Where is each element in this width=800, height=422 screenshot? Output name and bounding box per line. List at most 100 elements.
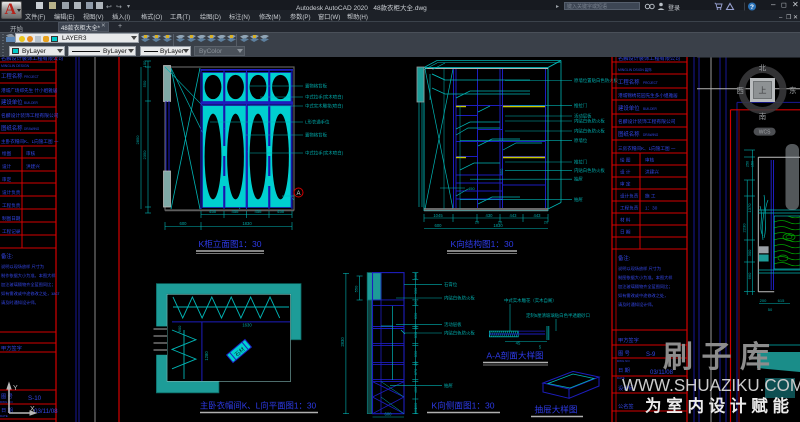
svg-text:工程名称: 工程名称 bbox=[618, 78, 640, 86]
svg-text:中式实木雕花(喷白): 中式实木雕花(喷白) bbox=[305, 103, 344, 110]
svg-text:1280: 1280 bbox=[204, 351, 209, 361]
svg-text:绘图: 绘图 bbox=[2, 150, 12, 157]
svg-text:1370: 1370 bbox=[747, 203, 752, 213]
svg-text:A-A剖面大样图: A-A剖面大样图 bbox=[486, 350, 543, 361]
svg-text:公名签: 公名签 bbox=[618, 402, 634, 410]
svg-text:审 定: 审 定 bbox=[620, 181, 631, 188]
svg-text:内贴白色防火板: 内贴白色防火板 bbox=[574, 128, 605, 135]
svg-text:内贴白色防火板: 内贴白色防火板 bbox=[574, 118, 605, 125]
svg-text:DRAWING: DRAWING bbox=[24, 127, 40, 131]
svg-text:施 工: 施 工 bbox=[645, 193, 656, 200]
svg-text:PROJECT: PROJECT bbox=[643, 81, 658, 85]
svg-text:660: 660 bbox=[747, 272, 752, 279]
svg-text:设计: 设计 bbox=[2, 163, 12, 170]
svg-text:370: 370 bbox=[413, 368, 418, 375]
svg-text:建设单位: 建设单位 bbox=[618, 104, 640, 112]
svg-text:600: 600 bbox=[180, 221, 188, 226]
svg-text:图 号: 图 号 bbox=[1, 393, 13, 400]
svg-text:中式拉手(实木喷白): 中式拉手(实木喷白) bbox=[305, 94, 344, 101]
svg-text:DWG NO: DWG NO bbox=[0, 400, 13, 404]
svg-text:请及时通知设计师。: 请及时通知设计师。 bbox=[1, 299, 39, 306]
svg-text:如有需改或中途修改之处，заст: 如有需改或中途修改之处，заст bbox=[1, 290, 60, 297]
svg-text:458: 458 bbox=[232, 209, 240, 214]
svg-text:推拉门: 推拉门 bbox=[574, 102, 587, 109]
svg-text:设 计: 设 计 bbox=[620, 169, 631, 176]
svg-text:615: 615 bbox=[778, 298, 785, 303]
svg-text:2830: 2830 bbox=[340, 337, 345, 347]
svg-text:WWW.SHUAZIKU.COM: WWW.SHUAZIKU.COM bbox=[622, 375, 800, 395]
svg-text:名麟设计装饰工程有限公司: 名麟设计装饰工程有限公司 bbox=[618, 118, 676, 125]
svg-text:工程负责: 工程负责 bbox=[620, 205, 639, 212]
svg-text:定制5厘清玻璃贴白色半透磨砂口: 定制5厘清玻璃贴白色半透磨砂口 bbox=[526, 312, 590, 319]
svg-text:PROJECT: PROJECT bbox=[24, 75, 39, 79]
svg-text:主卧衣帽间K、L向平面图1：30: 主卧衣帽间K、L向平面图1：30 bbox=[200, 401, 317, 411]
svg-text:?: ? bbox=[750, 4, 754, 11]
svg-text:550: 550 bbox=[354, 285, 359, 292]
svg-text:350: 350 bbox=[413, 350, 418, 357]
svg-text:请及时通知设计师。: 请及时通知设计师。 bbox=[618, 301, 656, 308]
svg-text:说明以现场放样 尺寸为: 说明以现场放样 尺寸为 bbox=[618, 265, 661, 272]
svg-text:2230: 2230 bbox=[742, 223, 747, 233]
svg-text:上: 上 bbox=[759, 86, 767, 95]
svg-text:50: 50 bbox=[768, 307, 773, 312]
svg-text:A: A bbox=[296, 191, 300, 197]
svg-text:300: 300 bbox=[747, 249, 752, 256]
svg-text:430: 430 bbox=[486, 213, 494, 218]
svg-text:石膏位: 石膏位 bbox=[444, 281, 458, 288]
svg-text:制图日期: 制图日期 bbox=[2, 215, 21, 222]
svg-text:审核: 审核 bbox=[26, 150, 36, 157]
svg-text:100: 100 bbox=[142, 60, 147, 67]
svg-text:100: 100 bbox=[413, 272, 418, 279]
svg-text:K向侧面图1：30: K向侧面图1：30 bbox=[431, 400, 494, 411]
svg-text:1830: 1830 bbox=[493, 223, 503, 228]
svg-text:抽屉: 抽屉 bbox=[444, 382, 453, 389]
svg-text:抽屉: 抽屉 bbox=[574, 176, 583, 183]
svg-text:南: 南 bbox=[759, 111, 767, 121]
svg-text:550: 550 bbox=[142, 80, 147, 87]
svg-text:推拉门: 推拉门 bbox=[574, 159, 587, 166]
svg-text:600: 600 bbox=[435, 223, 443, 228]
svg-text:2850: 2850 bbox=[135, 135, 140, 145]
svg-text:原墙位: 原墙位 bbox=[574, 137, 588, 144]
svg-text:港城锦绣花园先生多小姐雅居: 港城锦绣花园先生多小姐雅居 bbox=[618, 92, 678, 99]
svg-text:350: 350 bbox=[413, 312, 418, 319]
svg-text:中式实木雕花（实木自阁）: 中式实木雕花（实木自阁） bbox=[504, 297, 557, 304]
svg-text:443: 443 bbox=[510, 213, 518, 218]
svg-text:甲方签字: 甲方签字 bbox=[1, 344, 22, 352]
svg-text:绘 图: 绘 图 bbox=[620, 157, 631, 164]
svg-text:西: 西 bbox=[737, 86, 745, 95]
svg-text:抽屉大样图: 抽屉大样图 bbox=[535, 404, 578, 415]
svg-text:设计负责: 设计负责 bbox=[620, 193, 639, 200]
svg-text:MINGLIN DESIGN: MINGLIN DESIGN bbox=[1, 64, 30, 68]
svg-text:03/11/08: 03/11/08 bbox=[34, 408, 58, 415]
svg-text:400: 400 bbox=[413, 386, 418, 393]
svg-text:加注玻璃隔物齐全蓝图同比；: 加注玻璃隔物齐全蓝图同比； bbox=[1, 281, 55, 288]
svg-text:审核: 审核 bbox=[645, 157, 655, 164]
svg-text:工程名称: 工程名称 bbox=[1, 72, 23, 80]
svg-text:备注:: 备注: bbox=[1, 252, 13, 260]
svg-text:洪建兴: 洪建兴 bbox=[645, 169, 659, 176]
svg-text:图 号: 图 号 bbox=[618, 350, 630, 357]
svg-text:东: 东 bbox=[789, 85, 797, 95]
svg-text:工程记录: 工程记录 bbox=[2, 228, 21, 235]
svg-text:内贴白色防火板: 内贴白色防火板 bbox=[444, 295, 475, 302]
svg-text:名麟设计装饰工程有限公司: 名麟设计装饰工程有限公司 bbox=[618, 57, 680, 62]
svg-text:洪建兴: 洪建兴 bbox=[26, 163, 40, 170]
svg-text:建设单位: 建设单位 bbox=[1, 98, 23, 106]
svg-text:制图依据大小为准。本图大样: 制图依据大小为准。本图大样 bbox=[618, 274, 672, 281]
svg-text:如有需改或中途修改之处，: 如有需改或中途修改之处， bbox=[618, 292, 668, 299]
svg-text:置物格背板: 置物格背板 bbox=[305, 132, 328, 139]
svg-text:458: 458 bbox=[209, 209, 217, 214]
svg-text:中式拉手(实木喷白): 中式拉手(实木喷白) bbox=[305, 150, 344, 157]
svg-text:443: 443 bbox=[534, 213, 542, 218]
svg-text:2350: 2350 bbox=[142, 150, 147, 160]
svg-text:图纸名称: 图纸名称 bbox=[1, 124, 23, 132]
svg-text:L形衣通手位: L形衣通手位 bbox=[305, 119, 330, 126]
svg-text:活动层板: 活动层板 bbox=[444, 321, 462, 328]
svg-text:1630: 1630 bbox=[242, 323, 252, 328]
svg-text:抽屉: 抽屉 bbox=[574, 196, 583, 203]
svg-text:S-9: S-9 bbox=[646, 352, 656, 358]
svg-text:600: 600 bbox=[385, 412, 393, 417]
svg-text:主卧衣帽间K、L向施工图 一: 主卧衣帽间K、L向施工图 一 bbox=[1, 138, 59, 145]
svg-text:350: 350 bbox=[413, 331, 418, 338]
